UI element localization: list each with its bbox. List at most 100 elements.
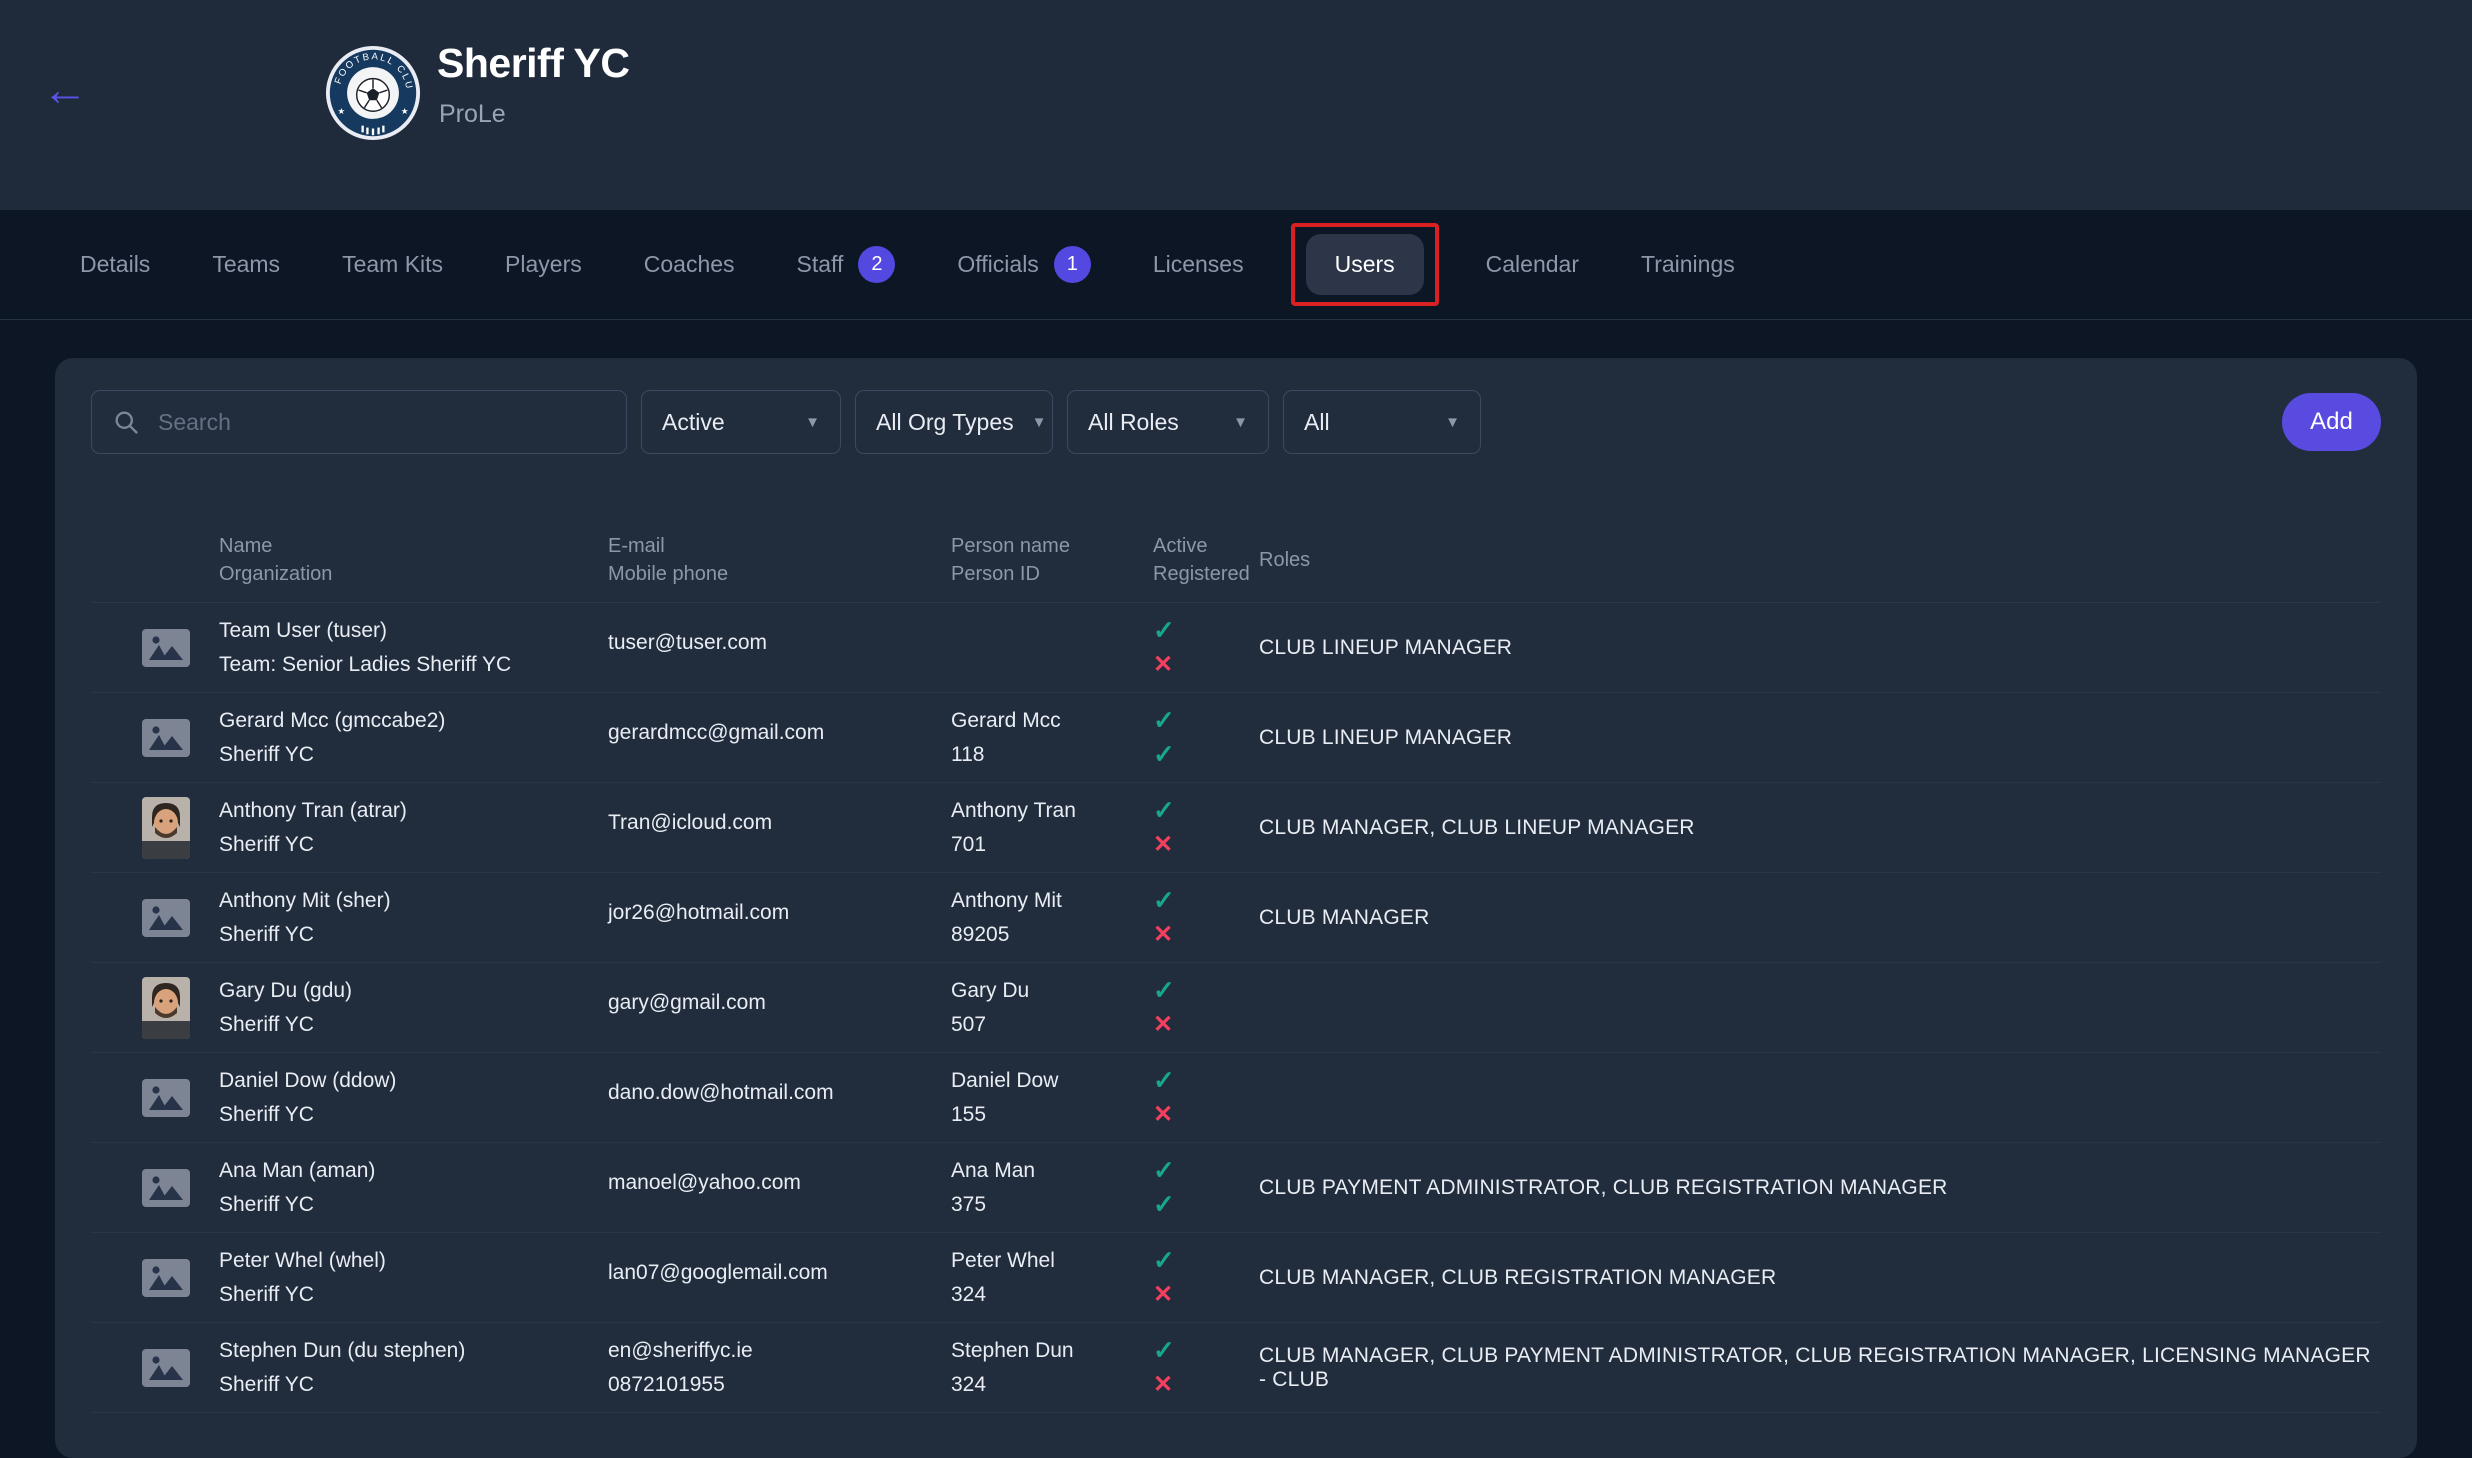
user-organization: Sheriff YC <box>219 923 608 946</box>
tab-coaches[interactable]: Coaches <box>644 251 735 278</box>
tab-label: Staff <box>797 251 844 278</box>
user-roles: CLUB MANAGER, CLUB REGISTRATION MANAGER <box>1259 1266 2381 1290</box>
tab-label: Coaches <box>644 251 735 278</box>
add-user-button[interactable]: Add <box>2282 393 2381 451</box>
chevron-down-icon: ▼ <box>1445 414 1460 431</box>
user-name: Peter Whel (whel) <box>219 1249 608 1272</box>
toolbar: Active ▼ All Org Types ▼ All Roles ▼ All… <box>91 390 2381 454</box>
person-id: 155 <box>951 1103 1153 1126</box>
tab-staff[interactable]: Staff2 <box>797 246 896 283</box>
registered-cross-icon: ✕ <box>1153 1013 1259 1036</box>
registered-check-icon: ✓ <box>1153 1193 1259 1216</box>
filter-all-value: All <box>1304 409 1330 436</box>
tab-label: Users <box>1335 251 1395 278</box>
filter-all-dropdown[interactable]: All ▼ <box>1283 390 1481 454</box>
user-organization: Sheriff YC <box>219 1373 608 1396</box>
user-roles: CLUB MANAGER, CLUB LINEUP MANAGER <box>1259 816 2381 840</box>
tab-users[interactable]: Users <box>1306 234 1424 295</box>
search-box[interactable] <box>91 390 627 454</box>
active-check-icon: ✓ <box>1153 1069 1259 1092</box>
user-organization: Sheriff YC <box>219 1013 608 1036</box>
tab-licenses[interactable]: Licenses <box>1153 251 1244 278</box>
person-id: 701 <box>951 833 1153 856</box>
club-logo: FOOTBALL CLUB ★ ★ <box>325 45 421 141</box>
filter-status-dropdown[interactable]: Active ▼ <box>641 390 841 454</box>
active-check-icon: ✓ <box>1153 799 1259 822</box>
back-arrow-icon[interactable]: ← <box>42 66 88 112</box>
user-email: manoel@yahoo.com <box>608 1171 951 1194</box>
filter-status-value: Active <box>662 409 725 436</box>
tab-players[interactable]: Players <box>505 251 582 278</box>
tab-teams[interactable]: Teams <box>212 251 280 278</box>
table-row[interactable]: Peter Whel (whel) Sheriff YC lan07@googl… <box>91 1233 2381 1323</box>
avatar-placeholder <box>142 629 219 667</box>
filter-org-type-dropdown[interactable]: All Org Types ▼ <box>855 390 1053 454</box>
user-email: tuser@tuser.com <box>608 631 951 654</box>
tab-calendar[interactable]: Calendar <box>1486 251 1579 278</box>
tab-bar: Details Teams Team Kits Players Coaches Staff… <box>0 210 2472 320</box>
table-row[interactable]: Ana Man (aman) Sheriff YC manoel@yahoo.c… <box>91 1143 2381 1233</box>
user-roles: CLUB LINEUP MANAGER <box>1259 636 2381 660</box>
user-roles: CLUB LINEUP MANAGER <box>1259 726 2381 750</box>
registered-cross-icon: ✕ <box>1153 653 1259 676</box>
header-email: E-mail <box>608 532 951 560</box>
tab-label: Details <box>80 251 150 278</box>
table-header: Name Organization E-mail Mobile phone Pe… <box>91 532 2381 603</box>
user-mobile: 0872101955 <box>608 1373 951 1396</box>
user-name: Gary Du (gdu) <box>219 979 608 1002</box>
header-mobile: Mobile phone <box>608 560 951 588</box>
tab-label: Trainings <box>1641 251 1735 278</box>
person-name: Gary Du <box>951 979 1153 1002</box>
person-name: Peter Whel <box>951 1249 1153 1272</box>
annotation-highlight-box: Users <box>1291 223 1439 306</box>
registered-cross-icon: ✕ <box>1153 1103 1259 1126</box>
avatar-placeholder <box>142 1259 219 1297</box>
filter-org-type-value: All Org Types <box>876 409 1014 436</box>
search-input[interactable] <box>156 408 606 437</box>
registered-cross-icon: ✕ <box>1153 923 1259 946</box>
header-active: Active <box>1153 532 1259 560</box>
table-row[interactable]: Team User (tuser) Team: Senior Ladies Sh… <box>91 603 2381 693</box>
active-check-icon: ✓ <box>1153 1339 1259 1362</box>
table-row[interactable]: Stephen Dun (du stephen) Sheriff YC en@s… <box>91 1323 2381 1413</box>
person-id: 324 <box>951 1373 1153 1396</box>
tab-label: Teams <box>212 251 280 278</box>
user-organization: Sheriff YC <box>219 1283 608 1306</box>
tab-officials[interactable]: Officials 1 <box>957 246 1090 283</box>
tab-trainings[interactable]: Trainings <box>1641 251 1735 278</box>
user-name: Ana Man (aman) <box>219 1159 608 1182</box>
registered-cross-icon: ✕ <box>1153 1373 1259 1396</box>
person-id: 89205 <box>951 923 1153 946</box>
table-row[interactable]: Gerard Mcc (gmccabe2) Sheriff YC gerardm… <box>91 693 2381 783</box>
user-roles: CLUB MANAGER, CLUB PAYMENT ADMINISTRATOR… <box>1259 1344 2381 1392</box>
table-row[interactable]: Anthony Mit (sher) Sheriff YC jor26@hotm… <box>91 873 2381 963</box>
tab-details[interactable]: Details <box>80 251 150 278</box>
chevron-down-icon: ▼ <box>805 414 820 431</box>
user-name: Team User (tuser) <box>219 619 608 642</box>
user-organization: Sheriff YC <box>219 1103 608 1126</box>
user-name: Anthony Mit (sher) <box>219 889 608 912</box>
avatar-placeholder <box>142 1349 219 1387</box>
tab-team-kits[interactable]: Team Kits <box>342 251 443 278</box>
table-row[interactable]: Gary Du (gdu) Sheriff YC gary@gmail.com … <box>91 963 2381 1053</box>
user-organization: Sheriff YC <box>219 743 608 766</box>
active-check-icon: ✓ <box>1153 1159 1259 1182</box>
registered-cross-icon: ✕ <box>1153 1283 1259 1306</box>
league-subtitle: ProLe <box>439 100 506 129</box>
tab-label: Calendar <box>1486 251 1579 278</box>
active-check-icon: ✓ <box>1153 709 1259 732</box>
user-photo-avatar <box>142 977 219 1039</box>
user-organization: Team: Senior Ladies Sheriff YC <box>219 653 608 676</box>
filter-roles-dropdown[interactable]: All Roles ▼ <box>1067 390 1269 454</box>
tab-list: Details Teams Team Kits Players Coaches Staff… <box>0 210 2472 319</box>
table-row[interactable]: Daniel Dow (ddow) Sheriff YC dano.dow@ho… <box>91 1053 2381 1143</box>
user-name: Daniel Dow (ddow) <box>219 1069 608 1092</box>
tab-label: Officials <box>957 251 1038 278</box>
svg-text:★: ★ <box>337 106 345 116</box>
users-table-body: Team User (tuser) Team: Senior Ladies Sh… <box>91 603 2381 1413</box>
user-name: Gerard Mcc (gmccabe2) <box>219 709 608 732</box>
user-name: Anthony Tran (atrar) <box>219 799 608 822</box>
tab-count-badge: 1 <box>1054 246 1091 283</box>
table-row[interactable]: Anthony Tran (atrar) Sheriff YC Tran@icl… <box>91 783 2381 873</box>
tab-label: Players <box>505 251 582 278</box>
